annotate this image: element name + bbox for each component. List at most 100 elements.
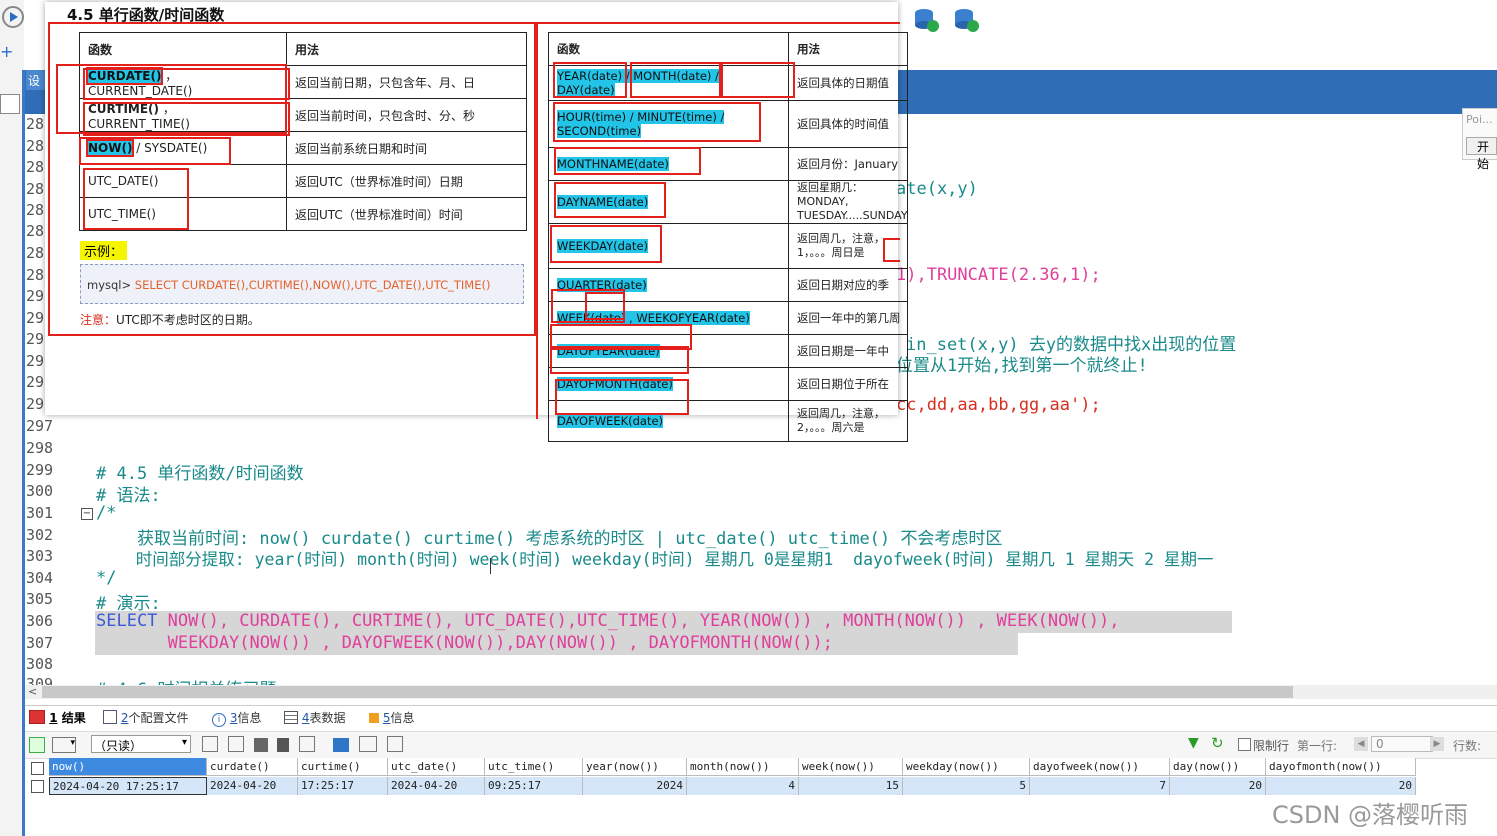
grid-cell[interactable]: 20: [1266, 777, 1416, 795]
column-header-now[interactable]: now(): [49, 758, 207, 776]
add-row-icon[interactable]: [29, 737, 45, 753]
select-all-checkbox[interactable]: [31, 762, 44, 775]
function-usage: 返回星期几：MONDAY, TUESDAY.....SUNDAY: [788, 180, 908, 224]
grid-view-icon[interactable]: [333, 738, 350, 752]
line-number: 299: [26, 461, 54, 479]
column-header-utc-date[interactable]: utc_date(): [388, 758, 485, 776]
tab-info[interactable]: i 3信息: [212, 709, 261, 727]
grid-cell[interactable]: 5: [903, 777, 1030, 795]
grid-cell[interactable]: 17:25:17: [298, 777, 388, 795]
code-line-304[interactable]: */: [96, 568, 116, 588]
annotation-box: [721, 62, 795, 98]
editor-row-checkbox[interactable]: [0, 94, 20, 114]
paste-icon[interactable]: [227, 736, 244, 752]
grid-cell[interactable]: 15: [799, 777, 903, 795]
form-view-icon[interactable]: [358, 736, 377, 752]
annotation-box: [585, 292, 625, 320]
function-usage: 返回当前时间，只包含时、分、秒: [286, 98, 527, 132]
grid-cell[interactable]: 4: [687, 777, 799, 795]
code-line-306-rest: NOW(), CURDATE(), CURTIME(), UTC_DATE(),…: [157, 611, 1120, 631]
prev-page-icon[interactable]: ◀: [1354, 737, 1368, 751]
grid-cell[interactable]: 2024-04-20 17:25:17: [49, 777, 207, 795]
readonly-select[interactable]: （只读） ▾: [91, 735, 191, 753]
row-checkbox[interactable]: [31, 780, 44, 793]
annotation-box: [554, 147, 701, 175]
example-label: 示例：: [80, 241, 128, 260]
first-row-label: 第一行:: [1297, 739, 1338, 753]
grid-view-dropdown-icon[interactable]: ▾: [52, 737, 76, 753]
tab-number: 1: [49, 711, 58, 725]
column-header-curtime[interactable]: curtime(): [298, 758, 388, 776]
column-header-day[interactable]: day(now()): [1170, 758, 1266, 776]
fold-collapse-icon[interactable]: −: [81, 508, 93, 520]
column-header-utc-time[interactable]: utc_time(): [485, 758, 583, 776]
grid-cell[interactable]: 20: [1170, 777, 1266, 795]
tab-info-2[interactable]: 5信息: [369, 709, 414, 726]
line-number: 305: [26, 590, 54, 608]
run-icon[interactable]: [2, 6, 24, 28]
function-name: DAYOFWEEK(date): [557, 414, 664, 428]
grid-cell[interactable]: 09:25:17: [485, 777, 583, 795]
column-header-dayofweek[interactable]: dayofweek(now()): [1030, 758, 1170, 776]
code-line-306[interactable]: SELECT NOW(), CURDATE(), CURTIME(), UTC_…: [96, 611, 1120, 631]
line-number: 301: [26, 504, 54, 522]
tab-table-data[interactable]: 4表数据: [284, 709, 345, 726]
column-header-month[interactable]: month(now()): [687, 758, 799, 776]
add-icon[interactable]: +: [0, 42, 13, 61]
column-header-year[interactable]: year(now()): [583, 758, 687, 776]
copy-icon[interactable]: [202, 736, 218, 752]
line-number: 304: [26, 569, 54, 587]
function-usage: 返回日期位于所在: [788, 367, 908, 401]
tab-label: 表数据: [309, 711, 346, 725]
next-page-icon[interactable]: ▶: [1430, 737, 1444, 751]
text-cursor-icon: [490, 558, 491, 574]
note-label: 注意：: [80, 313, 117, 327]
example-sql: SELECT CURDATE(),CURTIME(),NOW(),UTC_DAT…: [134, 278, 491, 292]
function-usage: 返回UTC（世界标准时间）时间: [286, 197, 527, 231]
line-number: 309: [26, 675, 54, 685]
annotation-box: [83, 68, 290, 100]
grid-cell[interactable]: 2024-04-20: [207, 777, 298, 795]
limit-rows-label: 限制行: [1253, 739, 1290, 753]
column-header-weekday[interactable]: weekday(now()): [903, 758, 1030, 776]
grid-cell[interactable]: 7: [1030, 777, 1170, 795]
editor-tab-label-fragment[interactable]: 设: [28, 72, 40, 89]
tab-profiles[interactable]: 2个配置文件: [103, 709, 188, 726]
grid-icon: [284, 711, 298, 724]
limit-rows-checkbox[interactable]: [1238, 738, 1251, 751]
grid-cell[interactable]: 2024-04-20: [388, 777, 485, 795]
grid-cell[interactable]: 2024: [583, 777, 687, 795]
code-line-303[interactable]: 时间部分提取: year(时间) month(时间) week(时间) week…: [96, 546, 1214, 570]
sql-keyword-select: SELECT: [96, 611, 158, 631]
filter-icon[interactable]: ▼: [1188, 735, 1199, 751]
tab-results[interactable]: 1 结果: [29, 709, 86, 726]
delete-icon[interactable]: [277, 738, 290, 752]
table-header: 用法: [788, 32, 908, 66]
note: 注意：UTC即不考虑时区的日期。: [80, 311, 260, 328]
text-view-icon[interactable]: [386, 736, 403, 752]
code-line-307[interactable]: WEEKDAY(NOW()) , DAYOFWEEK(NOW()),DAY(NO…: [96, 633, 833, 653]
column-header-dayofmonth[interactable]: dayofmonth(now()): [1266, 758, 1416, 776]
table-icon: [29, 710, 45, 724]
tab-label: 结果: [61, 711, 86, 725]
code-line-309[interactable]: # 4.6 时间相关练习题: [96, 675, 276, 685]
scroll-left-arrow-icon[interactable]: <: [28, 685, 37, 698]
line-number: 306: [26, 612, 54, 630]
scrollbar-thumb[interactable]: [42, 686, 1293, 698]
annotation-box: [79, 137, 231, 165]
annotation-box: [553, 62, 627, 98]
column-header-curdate[interactable]: curdate(): [207, 758, 298, 776]
database-sync-icon[interactable]: [912, 6, 940, 38]
result-tabs-bar: 1 结果 2个配置文件 i 3信息 4表数据 5信息: [25, 705, 1497, 730]
first-row-input[interactable]: 0: [1371, 736, 1433, 752]
column-header-week[interactable]: week(now()): [799, 758, 903, 776]
side-panel-start-button[interactable]: 开始: [1466, 137, 1497, 171]
code-line-301[interactable]: /*: [96, 503, 116, 523]
save-icon[interactable]: [253, 738, 268, 752]
reload-icon[interactable]: ↻: [1211, 734, 1224, 752]
code-fragment: 位置从1开始,找到第一个就终止!: [896, 356, 1148, 376]
line-number: 297: [26, 417, 54, 435]
tab-label: 信息: [390, 711, 415, 725]
refresh-grid-icon[interactable]: [299, 736, 316, 752]
database-refresh-icon[interactable]: [952, 6, 980, 38]
